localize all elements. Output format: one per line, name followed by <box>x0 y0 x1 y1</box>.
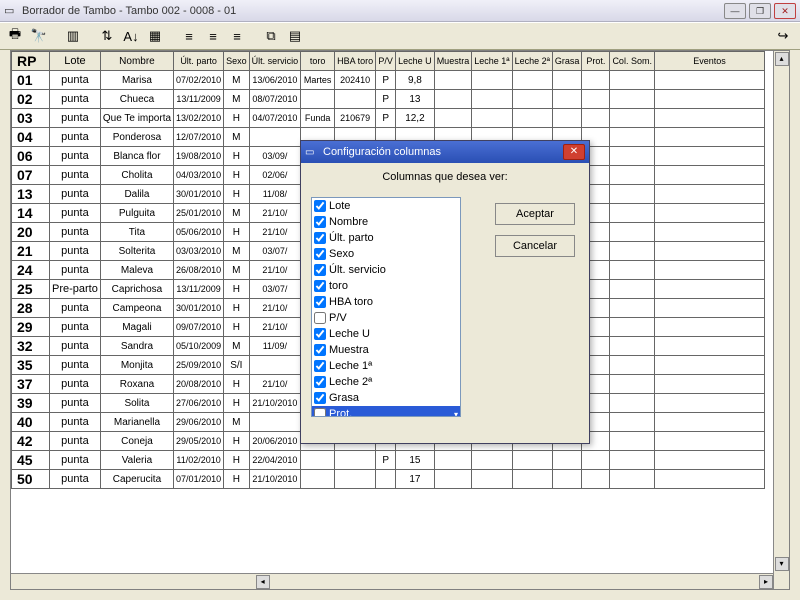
column-check-item[interactable]: Últ. servicio <box>312 262 460 278</box>
column-header[interactable]: Prot. <box>582 52 610 71</box>
column-check-label: Nombre <box>329 216 368 228</box>
column-checkbox[interactable] <box>314 360 326 372</box>
column-checkbox[interactable] <box>314 248 326 260</box>
column-config-dialog: ▭ Configuración columnas ✕ Columnas que … <box>300 140 590 444</box>
column-check-item[interactable]: Leche 2ª <box>312 374 460 390</box>
column-header[interactable]: Últ. servicio <box>249 52 301 71</box>
scroll-up-icon[interactable]: ▴ <box>775 52 789 66</box>
filter-icon[interactable]: ▦ <box>144 25 166 47</box>
dropdown-icon[interactable]: ▾ <box>454 410 458 417</box>
window-titlebar: ▭ Borrador de Tambo - Tambo 002 - 0008 -… <box>0 0 800 22</box>
column-check-item[interactable]: Leche 1ª <box>312 358 460 374</box>
column-header[interactable]: RP <box>12 52 50 71</box>
dialog-icon: ▭ <box>305 147 319 158</box>
paste-icon[interactable]: ▤ <box>284 25 306 47</box>
column-check-label: Sexo <box>329 248 354 260</box>
column-checkbox[interactable] <box>314 328 326 340</box>
column-check-item[interactable]: Lote <box>312 198 460 214</box>
align-center-icon[interactable]: ≡ <box>202 25 224 47</box>
binoculars-icon[interactable]: 🔭 <box>28 25 50 47</box>
column-header[interactable]: Sexo <box>224 52 250 71</box>
column-check-item[interactable]: HBA toro <box>312 294 460 310</box>
align-right-icon[interactable]: ≡ <box>226 25 248 47</box>
exit-icon[interactable]: ↪ <box>772 25 794 47</box>
accept-button[interactable]: Aceptar <box>495 203 575 225</box>
dialog-close-button[interactable]: ✕ <box>563 144 585 160</box>
sort-asc-icon[interactable]: ⇅ <box>96 25 118 47</box>
horizontal-scrollbar[interactable]: ◂ ▸ <box>11 573 773 589</box>
column-header[interactable]: Col. Som. <box>610 52 655 71</box>
column-check-item[interactable]: Últ. parto <box>312 230 460 246</box>
table-row[interactable]: 45puntaValeria11/02/2010H22/04/2010P15 <box>12 451 765 470</box>
column-checkbox[interactable] <box>314 392 326 404</box>
dialog-title: Configuración columnas <box>323 146 441 158</box>
app-icon: ▭ <box>4 4 18 18</box>
copy-icon[interactable]: ⧉ <box>260 25 282 47</box>
window-minimize-button[interactable]: — <box>724 3 746 19</box>
dialog-label: Columnas que desea ver: <box>309 171 581 183</box>
column-check-label: Muestra <box>329 344 369 356</box>
column-check-item[interactable]: Leche U <box>312 326 460 342</box>
table-row[interactable]: 03puntaQue Te importa13/02/2010H04/07/20… <box>12 109 765 128</box>
column-checkbox[interactable] <box>314 264 326 276</box>
column-check-item[interactable]: Muestra <box>312 342 460 358</box>
column-header[interactable]: Lote <box>50 52 101 71</box>
column-check-label: Últ. parto <box>329 232 374 244</box>
column-header[interactable]: P/V <box>376 52 396 71</box>
column-header[interactable]: Grasa <box>552 52 582 71</box>
column-check-item[interactable]: Nombre <box>312 214 460 230</box>
table-row[interactable]: 50puntaCaperucita07/01/2010H21/10/201017 <box>12 470 765 489</box>
column-header[interactable]: Eventos <box>654 52 764 71</box>
scroll-right-icon[interactable]: ▸ <box>759 575 773 589</box>
column-check-label: P/V <box>329 312 347 324</box>
columns-icon[interactable]: ▥ <box>62 25 84 47</box>
column-check-label: Grasa <box>329 392 359 404</box>
align-left-icon[interactable]: ≡ <box>178 25 200 47</box>
column-header[interactable]: Leche 2ª <box>512 52 552 71</box>
column-check-item[interactable]: P/V <box>312 310 460 326</box>
window-title: Borrador de Tambo - Tambo 002 - 0008 - 0… <box>22 5 236 17</box>
window-maximize-button[interactable]: ❐ <box>749 3 771 19</box>
column-check-label: Leche 1ª <box>329 360 372 372</box>
window-close-button[interactable]: ✕ <box>774 3 796 19</box>
column-check-label: Leche 2ª <box>329 376 372 388</box>
column-header[interactable]: toro <box>301 52 335 71</box>
column-check-label: Leche U <box>329 328 370 340</box>
column-check-label: toro <box>329 280 348 292</box>
column-checkbox[interactable] <box>314 408 326 416</box>
columns-listbox[interactable]: Lote Nombre Últ. parto Sexo Últ. servicio tor… <box>311 197 461 417</box>
column-checkbox[interactable] <box>314 376 326 388</box>
column-header[interactable]: HBA toro <box>335 52 376 71</box>
column-header[interactable]: Leche U <box>396 52 435 71</box>
cancel-button[interactable]: Cancelar <box>495 235 575 257</box>
column-checkbox[interactable] <box>314 296 326 308</box>
column-header[interactable]: Últ. parto <box>174 52 224 71</box>
column-check-label: Prot. <box>329 408 352 416</box>
column-checkbox[interactable] <box>314 200 326 212</box>
column-check-label: Lote <box>329 200 350 212</box>
column-checkbox[interactable] <box>314 312 326 324</box>
table-row[interactable]: 01puntaMarisa07/02/2010M13/06/2010Martes… <box>12 71 765 90</box>
column-header[interactable]: Muestra <box>434 52 472 71</box>
column-header[interactable]: Nombre <box>100 52 173 71</box>
column-checkbox[interactable] <box>314 344 326 356</box>
column-checkbox[interactable] <box>314 280 326 292</box>
table-row[interactable]: 02puntaChueca13/11/2009M08/07/2010P13 <box>12 90 765 109</box>
scroll-down-icon[interactable]: ▾ <box>775 557 789 571</box>
column-checkbox[interactable] <box>314 216 326 228</box>
column-check-item[interactable]: toro <box>312 278 460 294</box>
column-check-item[interactable]: Sexo <box>312 246 460 262</box>
toolbar: 🖶 🔭 ▥ ⇅ A↓ ▦ ≡ ≡ ≡ ⧉ ▤ ↪ <box>0 22 800 50</box>
column-check-item[interactable]: Prot. ▾ <box>312 406 460 416</box>
scroll-left-icon[interactable]: ◂ <box>256 575 270 589</box>
column-checkbox[interactable] <box>314 232 326 244</box>
sort-desc-icon[interactable]: A↓ <box>120 25 142 47</box>
dialog-titlebar[interactable]: ▭ Configuración columnas ✕ <box>301 141 589 163</box>
column-check-label: HBA toro <box>329 296 373 308</box>
column-check-label: Últ. servicio <box>329 264 386 276</box>
vertical-scrollbar[interactable]: ▴ ▾ <box>773 51 789 589</box>
print-icon[interactable]: 🖶 <box>4 25 26 47</box>
column-check-item[interactable]: Grasa <box>312 390 460 406</box>
column-header[interactable]: Leche 1ª <box>472 52 512 71</box>
